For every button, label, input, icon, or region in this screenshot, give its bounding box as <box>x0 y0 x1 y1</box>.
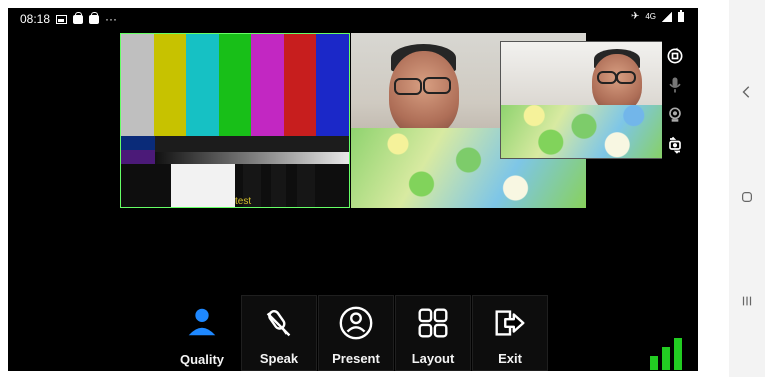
speak-button[interactable]: Speak <box>241 295 317 371</box>
glasses-right <box>616 71 636 84</box>
color-bars <box>121 34 349 136</box>
present-button[interactable]: Present <box>318 295 394 371</box>
glasses-right <box>423 77 451 94</box>
signal-icon <box>662 12 672 22</box>
mute-icon: ✈ <box>630 11 640 22</box>
video-call-screen: 08:18 ··· ✈ 4G test Quality Speak Presen… <box>8 8 698 371</box>
switch-camera-icon[interactable] <box>665 134 685 155</box>
battery-icon <box>678 10 684 22</box>
microphone-slash-icon <box>260 304 298 342</box>
video-name-label: test <box>235 196 252 207</box>
pattern-white-block <box>171 164 235 207</box>
rotate-icon[interactable] <box>665 46 685 66</box>
signal-bar <box>662 347 670 370</box>
video-side-controls <box>662 41 688 159</box>
signal-bar <box>650 356 658 370</box>
recent-apps-icon[interactable] <box>740 294 754 308</box>
status-bar: 08:18 ··· ✈ 4G <box>8 8 698 30</box>
status-left: 08:18 ··· <box>20 11 118 26</box>
picture-in-picture-video[interactable] <box>500 41 668 159</box>
microphone-icon[interactable] <box>665 75 685 95</box>
pattern-purple-block <box>121 150 155 164</box>
quality-button[interactable]: Quality <box>164 295 240 371</box>
status-right: ✈ 4G <box>630 10 684 22</box>
presenter-icon <box>337 304 375 342</box>
present-label: Present <box>332 351 380 366</box>
person-icon <box>183 303 221 341</box>
layout-label: Layout <box>411 351 455 366</box>
network-icon: 4G <box>645 12 656 21</box>
quality-label: Quality <box>179 352 225 367</box>
back-icon[interactable] <box>740 85 754 99</box>
pattern-blue-block <box>121 136 155 150</box>
connection-signal-indicator <box>650 334 688 370</box>
shirt <box>501 104 667 158</box>
gallery-icon <box>56 14 68 24</box>
bag-icon <box>73 11 84 24</box>
clock: 08:18 <box>20 12 51 26</box>
exit-icon <box>491 304 529 342</box>
home-icon[interactable] <box>740 190 754 204</box>
pattern-black-segment <box>297 164 315 207</box>
android-navigation-bar <box>729 0 765 377</box>
camera-icon[interactable] <box>665 105 685 125</box>
pattern-gradient <box>155 152 349 164</box>
layout-button[interactable]: Layout <box>395 295 471 371</box>
exit-button[interactable]: Exit <box>472 295 548 371</box>
glasses-left <box>394 78 422 95</box>
speak-label: Speak <box>259 351 299 366</box>
glasses-left <box>597 71 617 84</box>
more-dots-icon: ··· <box>105 12 118 26</box>
test-pattern-video[interactable]: test <box>120 33 350 208</box>
pattern-black-segment <box>271 164 286 207</box>
grid-icon <box>414 304 452 342</box>
signal-bar <box>674 338 682 370</box>
meeting-toolbar: Quality Speak Present Layout Exit <box>164 295 548 371</box>
bag-icon <box>89 11 100 24</box>
exit-label: Exit <box>498 351 522 366</box>
